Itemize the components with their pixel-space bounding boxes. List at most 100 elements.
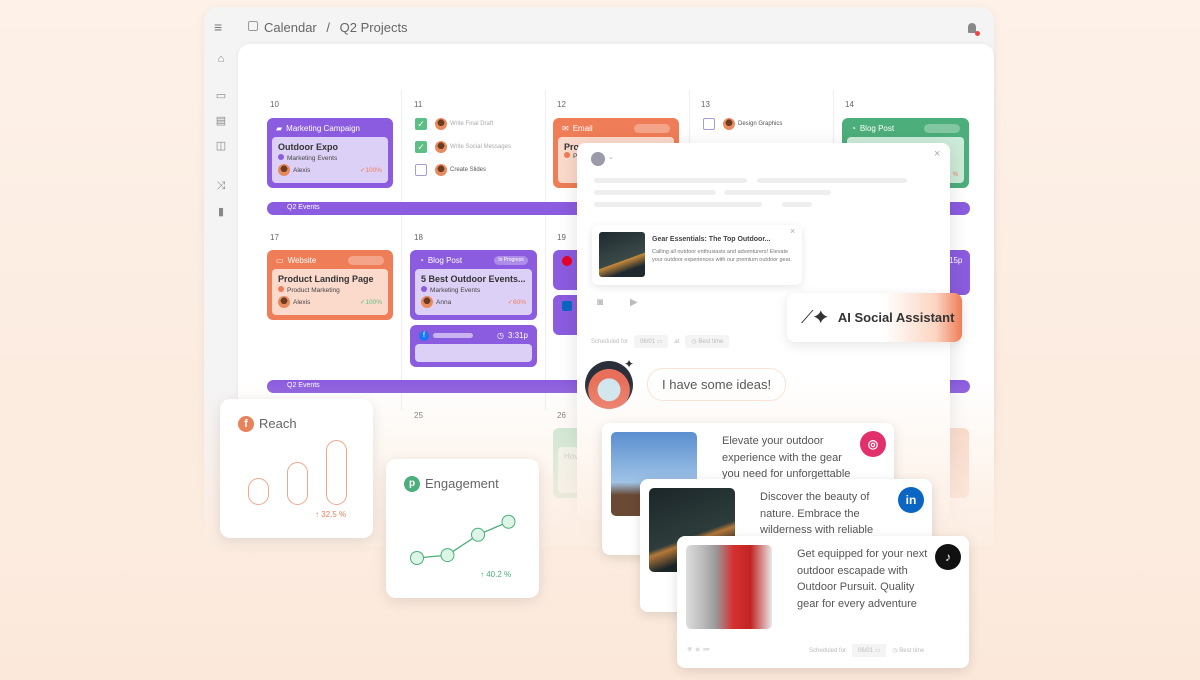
task-label: Write Social Messages	[450, 144, 511, 150]
website-card[interactable]: ▭ Website Product Landing Page Product Ma…	[267, 250, 393, 320]
chart-icon[interactable]: ▮	[214, 205, 228, 219]
breadcrumb-calendar[interactable]: Calendar	[264, 20, 317, 35]
laptop-icon: ▭	[276, 256, 284, 265]
schedule-row: Scheduled for 06/01 ▭ at ◷ Best time	[591, 335, 730, 348]
card-type: Email	[572, 124, 593, 133]
rss-icon: ◔	[851, 124, 856, 133]
ai-social-assistant-button[interactable]: ⟋✦ AI Social Assistant	[787, 293, 962, 342]
day-number: 18	[414, 233, 423, 242]
engagement-line	[416, 521, 509, 559]
engagement-point	[471, 527, 485, 542]
assistant-label: AI Social Assistant	[837, 310, 955, 325]
blog-post-card-18[interactable]: ◔ Blog Post In Progress 5 Best Outdoor Eve…	[410, 250, 537, 320]
engagement-widget: p Engagement ↑ 40.2 %	[386, 459, 539, 598]
card-tag: Product Marketing	[287, 287, 340, 294]
camera-icon[interactable]: ◙	[597, 297, 603, 308]
marketing-campaign-card[interactable]: ▰ Marketing Campaign Outdoor Expo Marketi…	[267, 118, 393, 188]
progress: 100%	[365, 299, 382, 306]
layout-icon[interactable]: ▤	[214, 114, 228, 128]
reach-change: ↑ 32.5 %	[315, 510, 347, 519]
engagement-point	[440, 548, 455, 563]
pinterest-icon	[562, 255, 572, 266]
reaction-icons[interactable]: ♥ ● ➦	[687, 644, 710, 655]
post-image	[686, 545, 772, 629]
card-title: 5 Best Outdoor Events...	[421, 274, 526, 284]
mail-icon: ✉	[562, 124, 569, 133]
task-label: Write Final Draft	[450, 121, 494, 127]
schedule-row: Scheduled for 06/01 ▭ ◷ Best time	[809, 644, 924, 657]
best-time-field[interactable]: ◷ Best time	[685, 335, 730, 348]
assignee: Alexis	[293, 166, 311, 174]
checkbox[interactable]	[703, 118, 715, 130]
day-number: 17	[270, 233, 279, 242]
facebook-icon: f	[419, 330, 429, 341]
notification-dot	[975, 31, 980, 36]
day-number: 12	[557, 100, 566, 109]
breadcrumb-separator: /	[326, 20, 331, 35]
preview-image	[599, 232, 645, 277]
engagement-line-chart	[410, 514, 516, 565]
chevron-down-icon[interactable]: ⌄	[608, 153, 614, 161]
account-selector[interactable]	[591, 152, 605, 166]
reach-bar	[287, 461, 308, 505]
task-list-11: ✓ Write Final Draft ✓ Write Social Message…	[415, 117, 535, 177]
tiktok-post-preview[interactable]: Get equipped for your next outdoor escap…	[677, 536, 969, 668]
card-title: Product Landing Page	[278, 274, 374, 284]
magic-wand-icon: ⟋✦	[801, 307, 828, 327]
post-text: Elevate your outdoor experience with the…	[722, 435, 851, 480]
home-icon[interactable]: ⌂	[214, 53, 228, 67]
facebook-icon: f	[238, 416, 254, 432]
breadcrumb: Calendar / Q2 Projects	[264, 20, 408, 35]
day-number: 19	[557, 233, 566, 242]
preview-title: Gear Essentials: The Top Outdoor...	[652, 236, 771, 243]
assistant-message: I have some ideas!	[647, 368, 787, 401]
status-badge: In Progress	[494, 256, 528, 265]
best-time-field[interactable]: ◷ Best time	[892, 647, 924, 654]
checkbox-checked[interactable]: ✓	[415, 118, 427, 130]
avatar	[278, 164, 290, 176]
post-time: 3:31p	[507, 331, 528, 340]
task-design-graphics: Design Graphics	[703, 117, 782, 131]
calendar-nav-icon[interactable]: ▭	[214, 89, 228, 103]
linkedin-icon: in	[898, 487, 924, 513]
checkbox-checked[interactable]: ✓	[415, 141, 427, 153]
close-preview-icon[interactable]: ×	[790, 226, 795, 236]
card-type: Blog Post	[859, 124, 895, 133]
widget-title: Reach	[259, 416, 297, 431]
card-title: Outdoor Expo	[278, 142, 338, 152]
rss-icon: ◔	[419, 256, 424, 265]
instagram-icon: ◎	[860, 431, 886, 457]
day-number: 11	[414, 100, 423, 109]
task-label: Create Slides	[450, 167, 487, 173]
preview-body: Calling all outdoor enthusiasts and adve…	[652, 249, 792, 263]
shuffle-icon[interactable]: ⤨	[214, 180, 228, 194]
progress: 100%	[365, 167, 382, 174]
tiktok-icon: ♪	[935, 544, 961, 570]
card-type: Blog Post	[427, 256, 463, 265]
breadcrumb-q2-projects[interactable]: Q2 Projects	[340, 20, 408, 35]
day-number: 25	[414, 411, 423, 420]
menu-icon[interactable]: ≡	[214, 19, 222, 35]
card-tag: Marketing Events	[430, 287, 481, 294]
link-preview[interactable]: Gear Essentials: The Top Outdoor... Call…	[592, 225, 802, 285]
close-icon[interactable]: ×	[934, 148, 940, 160]
day-number: 10	[270, 100, 279, 109]
post-text[interactable]: Get equipped for your next outdoor escap…	[797, 546, 937, 612]
checkbox[interactable]	[415, 164, 427, 176]
columns-icon[interactable]: ◫	[214, 139, 228, 153]
video-icon[interactable]: ▶	[630, 297, 638, 308]
progress: %	[952, 172, 958, 178]
linkedin-icon	[562, 300, 572, 311]
day-number: 13	[701, 100, 710, 109]
assignee: Anna	[436, 298, 452, 306]
reach-widget: f Reach ↑ 32.5 %	[220, 399, 373, 538]
day-number: 14	[845, 100, 854, 109]
reach-bar	[248, 478, 269, 505]
card-tag: Marketing Events	[287, 155, 338, 162]
facebook-post-card[interactable]: f ◷ 3:31p	[410, 325, 537, 367]
date-field[interactable]: 06/01 ▭	[634, 335, 669, 348]
post-time: 15p	[949, 256, 963, 265]
date-field[interactable]: 06/01 ▭	[852, 644, 887, 657]
engagement-point	[501, 514, 516, 529]
calendar-icon	[248, 21, 258, 31]
